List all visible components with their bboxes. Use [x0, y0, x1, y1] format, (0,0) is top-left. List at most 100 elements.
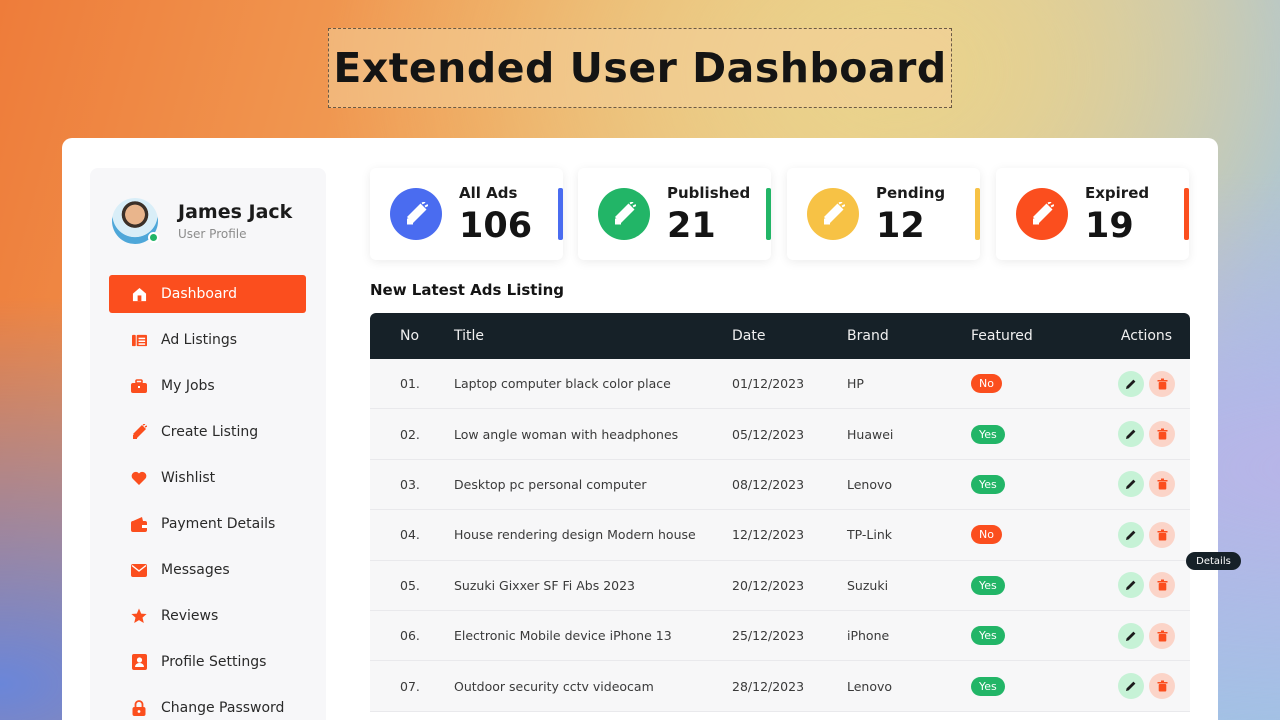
edit-button[interactable]: [1118, 622, 1144, 649]
sidebar-item-messages[interactable]: Messages: [109, 551, 306, 589]
edit-button[interactable]: [1118, 521, 1144, 548]
cell-actions: [1103, 521, 1190, 548]
stat-label: All Ads: [459, 184, 518, 202]
edit-button[interactable]: [1118, 471, 1144, 498]
briefcase-icon: [131, 378, 147, 394]
sidebar-item-label: Profile Settings: [161, 654, 267, 670]
delete-button[interactable]: [1149, 521, 1175, 548]
featured-badge: Yes: [971, 676, 1005, 696]
trash-icon: [1157, 630, 1167, 642]
sidebar-item-change-password[interactable]: Change Password: [109, 689, 306, 720]
pencil-icon: [1126, 580, 1136, 591]
stat-card-published[interactable]: Published 21: [578, 168, 771, 260]
delete-button[interactable]: [1149, 370, 1175, 397]
profile-name: James Jack: [178, 201, 293, 223]
trash-icon: [1157, 529, 1167, 541]
home-icon: [131, 286, 147, 302]
cell-date: 05/12/2023: [732, 426, 805, 442]
sidebar-item-wishlist[interactable]: Wishlist: [109, 459, 306, 497]
cell-date: 08/12/2023: [732, 476, 805, 492]
cell-title: House rendering design Modern house: [454, 527, 696, 543]
cell-title: Electronic Mobile device iPhone 13: [454, 628, 672, 644]
column-header-featured: Featured: [971, 328, 1033, 344]
table-row[interactable]: 03. Desktop pc personal computer 08/12/202…: [370, 459, 1190, 511]
banner-title: Extended User Dashboard: [333, 44, 947, 92]
cell-actions: [1103, 673, 1190, 700]
sidebar-item-reviews[interactable]: Reviews: [109, 597, 306, 635]
megaphone-icon: [390, 188, 442, 240]
sidebar-item-payment-details[interactable]: Payment Details: [109, 505, 306, 543]
cell-brand: TP-Link: [847, 527, 893, 543]
cell-title: Outdoor security cctv videocam: [454, 678, 654, 694]
cell-featured: Yes: [971, 474, 1103, 494]
cell-no: 05.: [400, 577, 420, 593]
delete-button[interactable]: [1149, 421, 1175, 448]
sidebar-item-label: Payment Details: [161, 516, 276, 532]
megaphone-icon: [1016, 188, 1068, 240]
stat-card-pending[interactable]: Pending 12: [787, 168, 980, 260]
featured-badge: Yes: [971, 424, 1005, 444]
megaphone-icon: [131, 424, 147, 440]
table-row[interactable]: 01. Laptop computer black color place 01/1…: [370, 359, 1190, 410]
featured-badge: No: [971, 525, 1002, 545]
edit-button[interactable]: [1118, 572, 1144, 599]
pencil-icon: [1126, 480, 1136, 490]
delete-button[interactable]: [1149, 622, 1175, 649]
cell-title: Suzuki Gixxer SF Fi Abs 2023: [454, 577, 636, 593]
cell-actions: [1103, 421, 1190, 448]
column-header-no: No: [400, 328, 420, 344]
cell-no: 01.: [400, 376, 420, 392]
cell-featured: No: [971, 374, 1103, 394]
wallet-icon: [131, 516, 147, 532]
profile-role: User Profile: [178, 227, 247, 241]
sidebar-item-ad-listings[interactable]: Ad Listings: [109, 321, 306, 359]
online-status-indicator: [148, 232, 159, 243]
edit-button[interactable]: [1118, 370, 1144, 397]
delete-button[interactable]: [1149, 471, 1175, 498]
sidebar-item-label: My Jobs: [161, 378, 215, 394]
stat-card-all-ads[interactable]: All Ads 106: [370, 168, 563, 260]
stat-card-expired[interactable]: Expired 19: [996, 168, 1189, 260]
delete-button[interactable]: [1149, 673, 1175, 700]
table-row[interactable]: 05. Suzuki Gixxer SF Fi Abs 2023 20/12/202…: [370, 560, 1190, 611]
cell-date: 12/12/2023: [732, 527, 805, 543]
list-icon: [131, 332, 147, 348]
avatar[interactable]: [112, 198, 159, 244]
sidebar-item-label: Create Listing: [161, 424, 259, 440]
lock-icon: [131, 700, 147, 716]
envelope-icon: [131, 562, 147, 578]
cell-featured: No: [971, 525, 1103, 545]
cell-actions: [1103, 471, 1190, 498]
cell-featured: Yes: [971, 676, 1103, 696]
sidebar-item-label: Reviews: [161, 608, 219, 624]
sidebar-item-dashboard[interactable]: Dashboard: [109, 275, 306, 313]
table-row[interactable]: 02. Low angle woman with headphones 05/12/…: [370, 409, 1190, 460]
sidebar-item-profile-settings[interactable]: Profile Settings: [109, 643, 306, 681]
edit-button[interactable]: [1118, 673, 1144, 700]
cell-brand: Suzuki: [847, 577, 889, 593]
table-row[interactable]: 07. Outdoor security cctv videocam 28/12/2…: [370, 661, 1190, 712]
cell-no: 07.: [400, 678, 420, 694]
heart-icon: [131, 470, 147, 486]
megaphone-icon: [807, 188, 859, 240]
column-header-title: Title: [454, 328, 485, 344]
cell-date: 25/12/2023: [732, 628, 805, 644]
pencil-icon: [1126, 631, 1136, 641]
delete-button[interactable]: [1149, 572, 1175, 599]
cell-date: 28/12/2023: [732, 678, 805, 694]
stat-value: 12: [876, 206, 925, 246]
user-profile[interactable]: James Jack User Profile: [112, 198, 292, 244]
cell-actions: [1103, 572, 1190, 599]
table-row[interactable]: 06. Electronic Mobile device iPhone 13 25/…: [370, 610, 1190, 662]
sidebar-item-label: Wishlist: [161, 470, 216, 486]
edit-button[interactable]: [1118, 421, 1144, 448]
table-row[interactable]: 04. House rendering design Modern house 12…: [370, 510, 1190, 561]
cell-brand: Lenovo: [847, 476, 893, 492]
section-title: New Latest Ads Listing: [370, 281, 565, 299]
trash-icon: [1157, 428, 1167, 440]
sidebar-item-create-listing[interactable]: Create Listing: [109, 413, 306, 451]
sidebar-item-my-jobs[interactable]: My Jobs: [109, 367, 306, 405]
cell-no: 04.: [400, 527, 420, 543]
featured-badge: Yes: [971, 626, 1005, 646]
cell-no: 03.: [400, 476, 420, 492]
